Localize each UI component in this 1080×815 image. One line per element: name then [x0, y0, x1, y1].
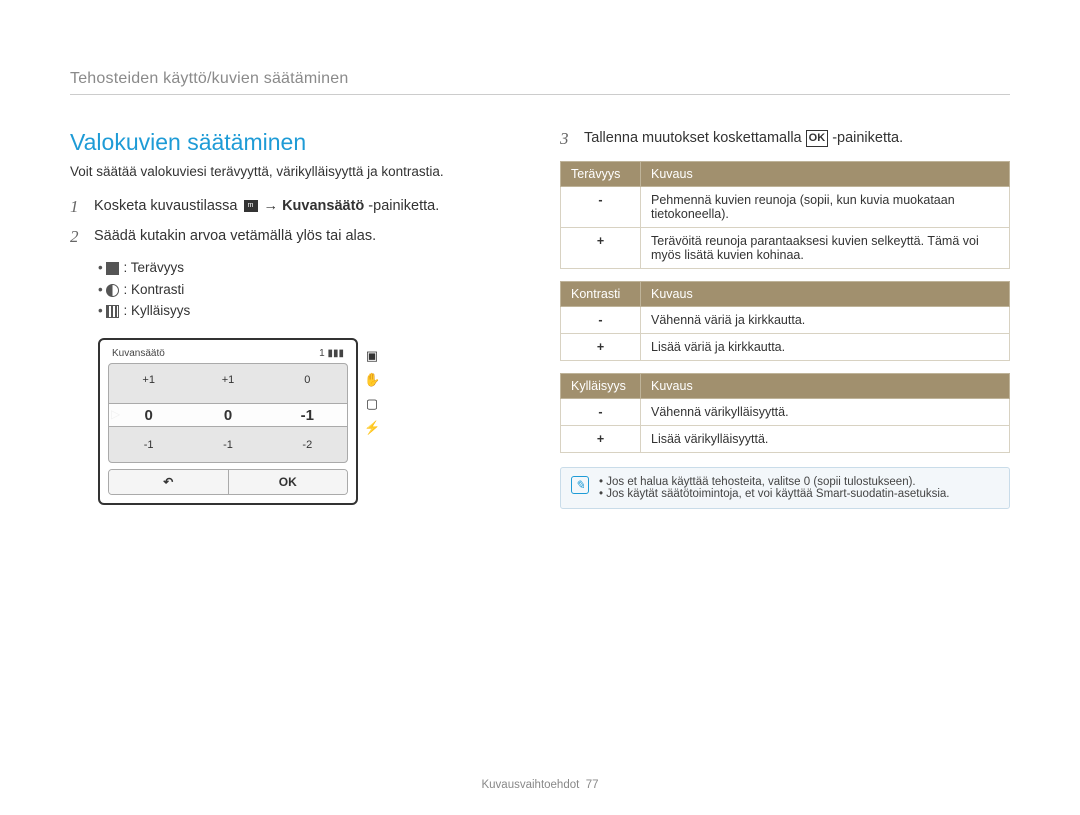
step-number: 1: [70, 197, 84, 217]
bullet-sharpness: : Terävyys: [98, 257, 520, 279]
table-contrast: KontrastiKuvaus -Vähennä väriä ja kirkka…: [560, 281, 1010, 361]
note-item: Jos et halua käyttää tehosteita, valitse…: [599, 476, 949, 488]
step-2-text: Säädä kutakin arvoa vetämällä ylös tai a…: [94, 227, 520, 247]
battery-icon: ▮▮▮: [327, 348, 344, 359]
step-number: 3: [560, 129, 574, 149]
adjust-bullets: : Terävyys : Kontrasti : Kylläisyys: [98, 257, 520, 322]
device-screenshot: Kuvansäätö 1 ▮▮▮ +1 . -1 +1 . -1: [98, 338, 358, 505]
left-column: Valokuvien säätäminen Voit säätää valoku…: [70, 129, 520, 509]
right-column: 3 Tallenna muutokset koskettamalla OK -p…: [560, 129, 1010, 509]
ok-inline-icon: OK: [806, 130, 829, 147]
sharpness-icon: [106, 262, 119, 275]
device-title: Kuvansäätö: [112, 348, 165, 359]
step-3-text: Tallenna muutokset koskettamalla OK -pai…: [584, 129, 1010, 149]
note-icon: ✎: [571, 476, 589, 494]
menu-icon: m: [244, 200, 258, 212]
bullet-contrast: : Kontrasti: [98, 279, 520, 301]
bullet-saturation: : Kylläisyys: [98, 300, 520, 322]
selected-values-row: 0 0 -1: [109, 403, 347, 427]
device-counter: 1: [319, 348, 325, 359]
note-box: ✎ Jos et halua käyttää tehosteita, valit…: [560, 467, 1010, 509]
saturation-icon: [106, 305, 119, 318]
th-saturation: Kylläisyys: [561, 374, 641, 399]
th-desc: Kuvaus: [641, 162, 1010, 187]
step-number: 2: [70, 227, 84, 247]
section-title: Valokuvien säätäminen: [70, 129, 520, 156]
step-1: 1 Kosketa kuvaustilassa m → Kuvansäätö -…: [70, 197, 520, 217]
table-sharpness: TerävyysKuvaus -Pehmennä kuvien reunoja …: [560, 161, 1010, 269]
breadcrumb: Tehosteiden käyttö/kuvien säätäminen: [70, 70, 1010, 95]
step-1-text: Kosketa kuvaustilassa m → Kuvansäätö -pa…: [94, 197, 520, 217]
contrast-icon: [106, 284, 119, 297]
thumb-icon: ▢: [364, 396, 380, 410]
th-desc: Kuvaus: [641, 374, 1010, 399]
th-contrast: Kontrasti: [561, 282, 641, 307]
back-button[interactable]: ↶: [109, 470, 229, 494]
intro-text: Voit säätää valokuviesi terävyyttä, väri…: [70, 164, 520, 179]
th-desc: Kuvaus: [641, 282, 1010, 307]
note-item: Jos käytät säätötoimintoja, et voi käytt…: [599, 488, 949, 500]
step-2: 2 Säädä kutakin arvoa vetämällä ylös tai…: [70, 227, 520, 247]
ok-button[interactable]: OK: [229, 470, 348, 494]
grip-icon: ✋: [364, 372, 380, 386]
th-sharpness: Terävyys: [561, 162, 641, 187]
table-saturation: KylläisyysKuvaus -Vähennä värikylläisyyt…: [560, 373, 1010, 453]
flash-icon: ⚡: [364, 420, 380, 434]
device-side-icons: ▣ ✋ ▢ ⚡: [364, 348, 380, 434]
step-3: 3 Tallenna muutokset koskettamalla OK -p…: [560, 129, 1010, 149]
mode-icon: ▣: [364, 348, 380, 362]
page-footer: Kuvausvaihtoehdot 77: [0, 779, 1080, 791]
slider-area[interactable]: +1 . -1 +1 . -1 0 . -2: [108, 363, 348, 463]
